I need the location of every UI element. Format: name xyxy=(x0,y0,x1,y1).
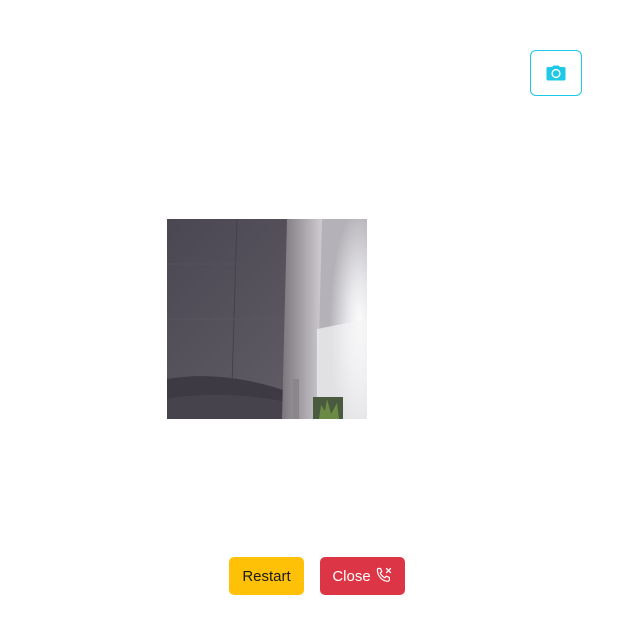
restart-label: Restart xyxy=(242,567,291,585)
close-label: Close xyxy=(332,567,371,585)
close-button[interactable]: Close xyxy=(320,557,405,595)
video-call-page: Restart Close xyxy=(0,0,634,643)
phone-hangup-icon xyxy=(375,567,393,585)
video-feed xyxy=(167,219,367,419)
call-controls: Restart Close xyxy=(229,557,405,595)
camera-icon xyxy=(546,65,566,81)
snapshot-button[interactable] xyxy=(530,50,582,96)
restart-button[interactable]: Restart xyxy=(229,557,304,595)
